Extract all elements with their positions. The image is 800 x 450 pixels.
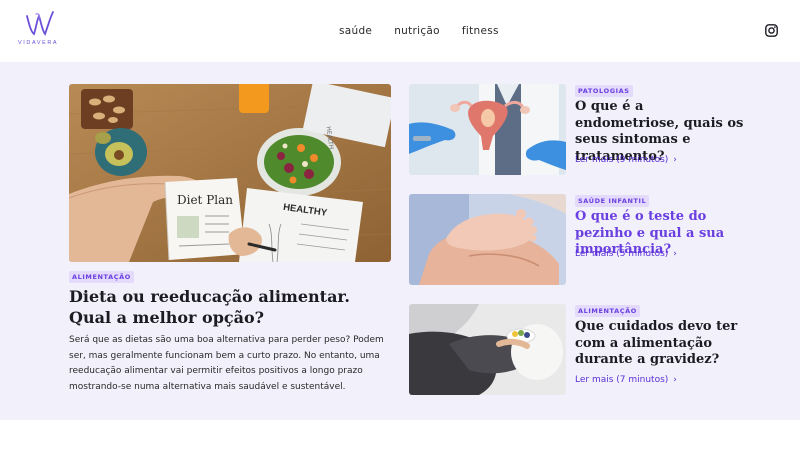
- chevron-right-icon: ›: [673, 375, 677, 385]
- chevron-right-icon: ›: [673, 155, 677, 165]
- nav-item-saude[interactable]: saúde: [339, 25, 372, 37]
- baby-foot-photo: [409, 194, 566, 285]
- read-more-label: Ler mais (7 minutos): [575, 375, 669, 385]
- brand-name: VIDAVERA: [18, 40, 59, 46]
- nav-item-fitness[interactable]: fitness: [462, 25, 499, 37]
- featured-article-excerpt: Será que as dietas são uma boa alternati…: [69, 335, 384, 392]
- main-nav: saúde nutrição fitness: [339, 25, 499, 37]
- card-title-gravidez[interactable]: Que cuidados devo ter com a alimentação …: [575, 319, 745, 369]
- card-read-more-link[interactable]: Ler mais (7 minutos) ›: [575, 375, 677, 385]
- notebook-title-text: Diet Plan: [177, 193, 233, 207]
- card-image-teste-pezinho[interactable]: [409, 194, 566, 285]
- read-more-label: Ler mais (5 minutos): [575, 249, 669, 259]
- card-category-tag[interactable]: PATOLOGIAS: [575, 85, 633, 97]
- card-category-tag[interactable]: ALIMENTAÇÃO: [575, 305, 640, 317]
- featured-category-tag[interactable]: ALIMENTAÇÃO: [69, 271, 134, 283]
- card-read-more-link[interactable]: Ler mais (9 minutos) ›: [575, 155, 677, 165]
- nav-item-nutricao[interactable]: nutrição: [394, 25, 440, 37]
- page-footer-area: [0, 420, 800, 450]
- card-image-endometriose[interactable]: [409, 84, 566, 175]
- card-image-gravidez[interactable]: [409, 304, 566, 395]
- diet-plan-photo: HEALTH Diet Plan HEALTHY: [69, 84, 391, 262]
- instagram-icon[interactable]: [765, 24, 778, 37]
- logo-mark-icon: [26, 11, 54, 36]
- pregnant-woman-photo: [409, 304, 566, 395]
- card-category-tag[interactable]: SAÚDE INFANTIL: [575, 195, 650, 207]
- featured-article-title[interactable]: Dieta ou reeducação alimentar. Qual a me…: [69, 286, 389, 328]
- featured-article-image[interactable]: HEALTH Diet Plan HEALTHY: [69, 84, 391, 262]
- brand-logo[interactable]: VIDAVERA: [18, 10, 62, 48]
- endometriosis-model-photo: [409, 84, 566, 175]
- site-header: VIDAVERA saúde nutrição fitness: [0, 0, 800, 62]
- read-more-label: Ler mais (9 minutos): [575, 155, 669, 165]
- chevron-right-icon: ›: [673, 249, 677, 259]
- card-read-more-link[interactable]: Ler mais (5 minutos) ›: [575, 249, 677, 259]
